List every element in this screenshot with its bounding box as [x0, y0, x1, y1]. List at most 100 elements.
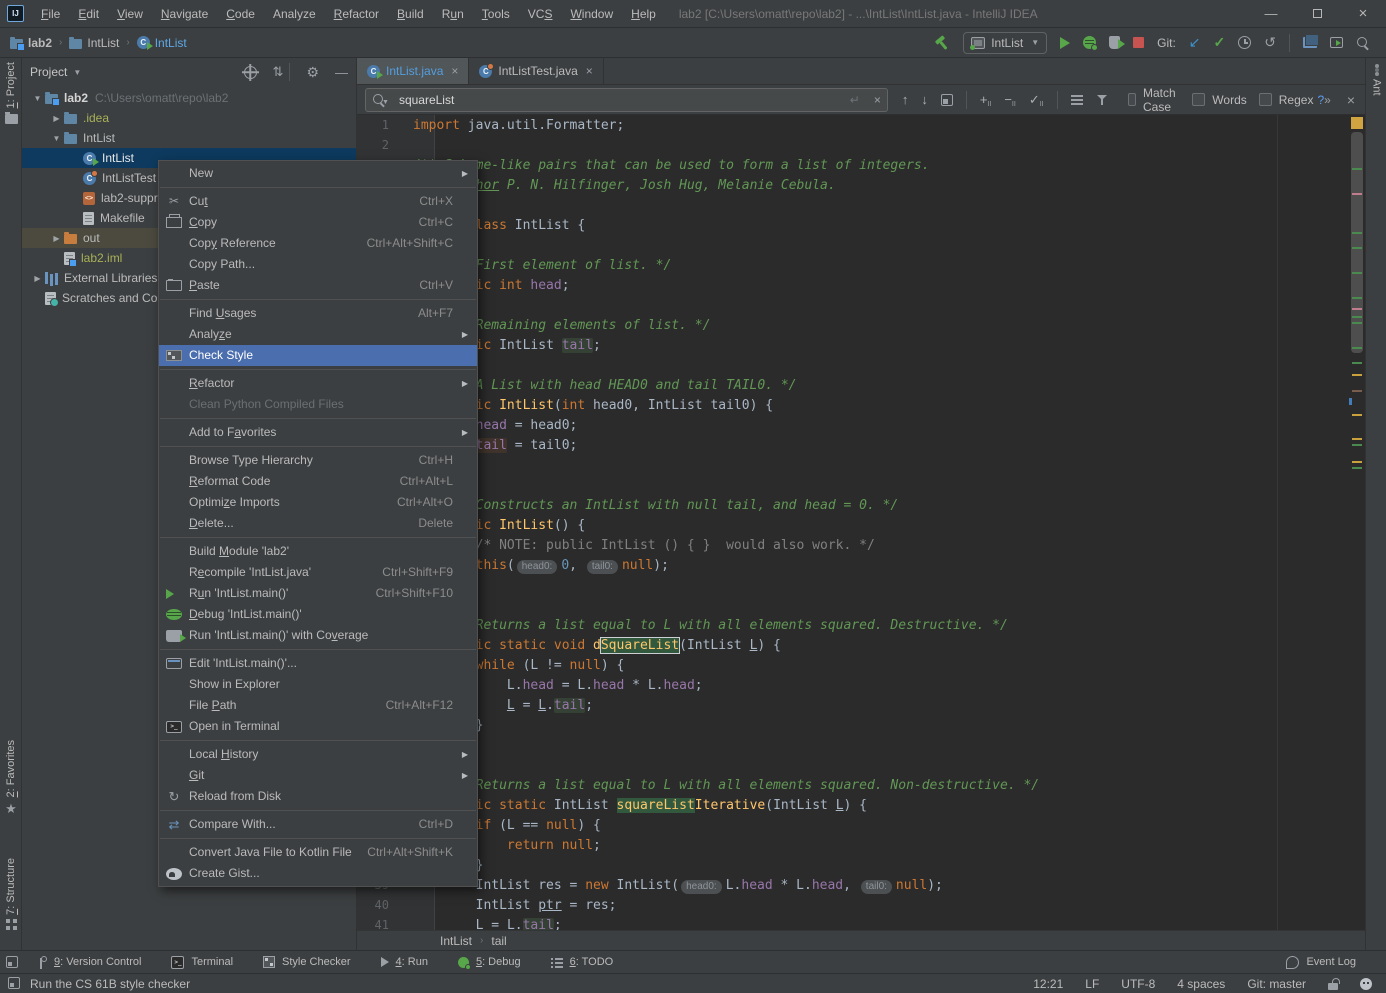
highlighting-level-icon[interactable]: [1360, 978, 1372, 990]
stripe-mark-green[interactable]: [1352, 232, 1362, 234]
stripe-mark-green[interactable]: [1352, 467, 1362, 469]
menu-item-copy[interactable]: CopyCtrl+C: [159, 212, 477, 233]
error-stripe[interactable]: [1349, 115, 1365, 930]
breadcrumb-item-intlist-1[interactable]: IntList: [69, 36, 119, 50]
locate-file-icon[interactable]: [244, 66, 257, 79]
search-everywhere-icon[interactable]: [1356, 36, 1370, 50]
hide-panel-icon[interactable]: —: [335, 65, 348, 80]
breadcrumb-class[interactable]: IntList: [440, 934, 472, 948]
menu-item-reformat-code[interactable]: Reformat CodeCtrl+Alt+L: [159, 471, 477, 492]
menubar-item-file[interactable]: File: [32, 0, 69, 28]
git-update-icon[interactable]: [1189, 34, 1201, 51]
tree-down-arrow-icon[interactable]: ▼: [30, 94, 45, 103]
stripe-mark-brown[interactable]: [1352, 390, 1362, 392]
stripe-mark-green[interactable]: [1352, 272, 1362, 274]
stripe-mark-yellow[interactable]: [1352, 438, 1362, 440]
menu-item-open-in-terminal[interactable]: Open in Terminal: [159, 716, 477, 737]
tool-stripe-ant[interactable]: Ant: [1366, 64, 1386, 96]
menu-item-optimize-imports[interactable]: Optimize ImportsCtrl+Alt+O: [159, 492, 477, 513]
tree-right-arrow-icon[interactable]: ▶: [49, 114, 64, 123]
stripe-mark-green[interactable]: [1352, 316, 1362, 318]
menu-item-refactor[interactable]: Refactor: [159, 373, 477, 394]
menubar-item-window[interactable]: Window: [561, 0, 622, 28]
git-commit-icon[interactable]: [1214, 34, 1226, 51]
checkbox-icon[interactable]: [1128, 93, 1136, 106]
menu-item-add-to-favorites[interactable]: Add to Favorites: [159, 422, 477, 443]
toolwindow-button-6-todo[interactable]: 6: TODO: [551, 956, 614, 968]
status-widget-utf-8[interactable]: UTF-8: [1121, 977, 1155, 991]
checkbox-icon[interactable]: [1192, 93, 1205, 106]
stripe-mark-green[interactable]: [1352, 322, 1362, 324]
search-help-link[interactable]: ?: [1317, 93, 1324, 107]
search-filter-icon[interactable]: [1096, 94, 1108, 106]
stripe-mark-pink[interactable]: [1352, 193, 1362, 195]
editor-tab-intlisttest-java[interactable]: IntListTest.java×: [469, 58, 603, 84]
stripe-mark-yellow[interactable]: [1352, 374, 1362, 376]
menu-item-git[interactable]: Git: [159, 765, 477, 786]
menu-item-show-in-explorer[interactable]: Show in Explorer: [159, 674, 477, 695]
status-widget-lf[interactable]: LF: [1085, 977, 1099, 991]
stop-button[interactable]: [1133, 37, 1144, 48]
menu-item-run-intlist-main[interactable]: Run 'IntList.main()'Ctrl+Shift+F10: [159, 583, 477, 604]
menu-item-paste[interactable]: PasteCtrl+V: [159, 275, 477, 296]
stripe-mark-blue[interactable]: [1349, 398, 1352, 405]
search-input[interactable]: ▼ squareList ↵ ×: [365, 88, 888, 112]
menu-item-cut[interactable]: CutCtrl+X: [159, 191, 477, 212]
project-structure-icon[interactable]: [1303, 37, 1317, 48]
menubar-item-code[interactable]: Code: [217, 0, 264, 28]
search-option-match-case[interactable]: Match Case: [1128, 86, 1181, 114]
stripe-mark-green[interactable]: [1352, 362, 1362, 364]
stripe-mark-yellow[interactable]: [1352, 414, 1362, 416]
tool-stripe-favorites[interactable]: 2: Favorites: [0, 740, 22, 817]
chevron-down-icon[interactable]: ▼: [73, 68, 81, 77]
menu-item-delete[interactable]: Delete...Delete: [159, 513, 477, 534]
menu-item-debug-intlist-main[interactable]: Debug 'IntList.main()': [159, 604, 477, 625]
menubar-item-build[interactable]: Build: [388, 0, 433, 28]
toolwindow-button-5-debug[interactable]: 5: Debug: [458, 956, 521, 968]
gear-icon[interactable]: [306, 64, 319, 81]
next-occurrence-icon[interactable]: ↓: [921, 92, 928, 107]
history-icon[interactable]: [1238, 36, 1251, 49]
menu-item-local-history[interactable]: Local History: [159, 744, 477, 765]
menubar-item-run[interactable]: Run: [433, 0, 473, 28]
search-option-words[interactable]: Words: [1192, 93, 1246, 107]
close-button[interactable]: ×: [1340, 0, 1386, 28]
stripe-mark-green[interactable]: [1352, 444, 1362, 446]
menubar-item-edit[interactable]: Edit: [69, 0, 108, 28]
tree-item-intlist[interactable]: ▼IntList: [22, 128, 356, 148]
menu-item-copy-path[interactable]: Copy Path...: [159, 254, 477, 275]
tool-stripe-structure[interactable]: 7: Structure: [0, 858, 22, 930]
close-tab-icon[interactable]: ×: [586, 64, 593, 78]
breadcrumb-item-intlist-2[interactable]: IntList: [137, 36, 187, 50]
menubar-item-analyze[interactable]: Analyze: [264, 0, 325, 28]
scrollbar-thumb[interactable]: [1351, 132, 1363, 353]
close-search-icon[interactable]: ×: [1347, 92, 1355, 108]
menu-item-analyze[interactable]: Analyze: [159, 324, 477, 345]
breadcrumb-item-lab2-0[interactable]: lab2: [10, 36, 52, 50]
menubar-item-help[interactable]: Help: [622, 0, 665, 28]
editor-tab-intlist-java[interactable]: IntList.java×: [357, 58, 469, 84]
breadcrumb-member[interactable]: tail: [491, 934, 506, 948]
rollback-icon[interactable]: [1264, 34, 1276, 51]
debug-button[interactable]: [1083, 36, 1096, 49]
previous-occurrence-icon[interactable]: ↑: [902, 92, 909, 107]
stripe-mark-pink[interactable]: [1352, 308, 1362, 310]
run-button[interactable]: [1060, 37, 1070, 49]
quick-access-icon[interactable]: [6, 956, 18, 968]
tool-stripe-project[interactable]: 1: Project: [0, 62, 22, 124]
menu-item-new[interactable]: New: [159, 163, 477, 184]
find-all-icon[interactable]: [1071, 94, 1083, 105]
tree-item-lab2[interactable]: ▼lab2C:\Users\omatt\repo\lab2: [22, 88, 356, 108]
status-widget-4-spaces[interactable]: 4 spaces: [1177, 977, 1225, 991]
menu-item-browse-type-hierarchy[interactable]: Browse Type HierarchyCtrl+H: [159, 450, 477, 471]
coverage-button[interactable]: [1109, 36, 1120, 49]
collapse-all-icon[interactable]: [273, 64, 284, 80]
tool-window-icon[interactable]: [1330, 37, 1343, 48]
menu-item-file-path[interactable]: File PathCtrl+Alt+F12: [159, 695, 477, 716]
maximize-button[interactable]: [1294, 0, 1340, 28]
stripe-mark-green[interactable]: [1352, 247, 1362, 249]
menu-item-reload-from-disk[interactable]: Reload from Disk: [159, 786, 477, 807]
chevrons-more-icon[interactable]: »: [1324, 93, 1331, 107]
menu-item-check-style[interactable]: Check Style: [159, 345, 477, 366]
stripe-mark-green[interactable]: [1352, 297, 1362, 299]
